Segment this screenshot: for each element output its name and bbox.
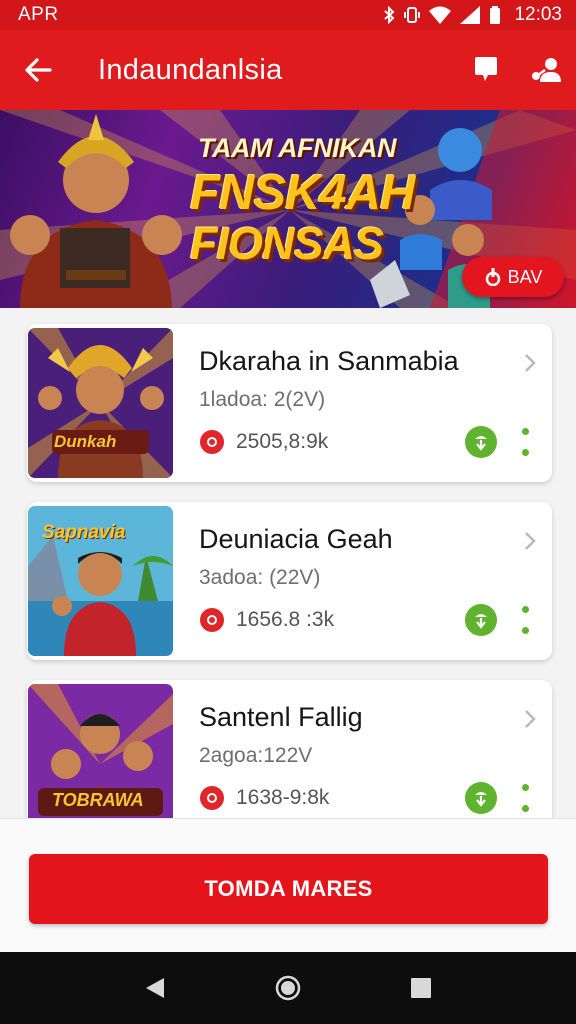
chat-button[interactable] — [456, 30, 516, 110]
banner-headline-line2: FIONSAS — [190, 218, 384, 269]
game-title-3: Santenl Fallig — [199, 702, 363, 732]
game-badge-icon-2 — [200, 608, 224, 632]
bluetooth-icon — [384, 6, 395, 24]
square-recents-icon — [411, 978, 432, 998]
game-install-button-3[interactable] — [465, 782, 497, 814]
promo-banner[interactable]: TAAM AFNIKAN FNSK4AH FIONSAS BAV — [0, 110, 576, 308]
android-install-icon — [475, 436, 487, 451]
game-thumbnail-1-caption: Dunkah — [54, 432, 117, 451]
more-vert-icon[interactable] — [519, 784, 531, 812]
banner-kicker: TAAM AFNIKAN — [198, 133, 396, 163]
android-install-icon — [475, 614, 487, 629]
chevron-right-icon — [525, 354, 536, 372]
back-button[interactable] — [0, 30, 76, 110]
carrier-label: APR — [18, 4, 59, 25]
cta-button[interactable]: TOMDA MARES — [29, 854, 548, 924]
banner-headline-line1: FNSK4AH — [190, 166, 415, 220]
triangle-back-icon — [145, 978, 164, 998]
game-thumbnail-2-caption: Sapnavia — [42, 522, 126, 543]
arrow-left-icon — [25, 58, 52, 82]
android-install-icon — [475, 792, 487, 807]
battery-icon — [490, 6, 501, 24]
status-bar: APR 12:03 — [0, 0, 576, 30]
game-thumbnail-1: Dunkah — [28, 328, 173, 478]
system-nav-bar — [0, 952, 576, 1024]
status-icons: 12:03 — [383, 4, 562, 26]
wifi-icon — [429, 6, 452, 24]
app-bar: Indaundanlsia — [0, 30, 576, 110]
nav-home-button[interactable] — [258, 958, 318, 1018]
clock: 12:03 — [514, 4, 562, 25]
game-title-1: Dkaraha in Sanmabia — [199, 346, 459, 376]
share-button[interactable] — [516, 30, 576, 110]
page-title: Indaundanlsia — [98, 53, 283, 86]
share-people-icon — [532, 58, 561, 82]
game-install-button-2[interactable] — [465, 604, 497, 636]
game-stat-1: 2505,8:9k — [236, 430, 329, 453]
game-stat-2: 1656.8 :3k — [236, 608, 335, 631]
game-subtitle-2: 3adoa: (22V) — [199, 566, 321, 589]
game-card-2[interactable]: Sapnavia Deuniacia Geah 3adoa: (22V) 165… — [27, 502, 552, 660]
game-stat-3: 1638-9:8k — [236, 786, 330, 809]
game-thumbnail-3: TOBRAWA — [28, 684, 173, 834]
chevron-right-icon — [525, 710, 536, 728]
circle-home-icon — [275, 975, 301, 1001]
signal-icon — [460, 6, 481, 24]
vibrate-icon — [404, 7, 421, 23]
game-badge-icon-1 — [200, 430, 224, 454]
game-title-2: Deuniacia Geah — [199, 524, 393, 554]
chat-bubble-icon — [475, 57, 497, 81]
nav-recents-button[interactable] — [391, 958, 451, 1018]
chevron-right-icon — [525, 532, 536, 550]
download-icon — [485, 268, 500, 286]
app-screen: APR 12:03 Indaundanlsia TAAM AFNIKAN FNS… — [0, 0, 576, 1024]
hero-warrior-figure — [10, 114, 182, 308]
game-subtitle-1: 1ladoa: 2(2V) — [199, 388, 326, 411]
more-vert-icon[interactable] — [519, 606, 531, 634]
game-subtitle-3: 2agoa:122V — [199, 744, 313, 767]
game-thumbnail-2: Sapnavia — [28, 506, 173, 656]
nav-back-button[interactable] — [125, 958, 185, 1018]
banner-action-button[interactable]: BAV — [462, 257, 564, 297]
banner-button-label: BAV — [507, 266, 543, 287]
game-install-button-1[interactable] — [465, 426, 497, 458]
game-card-3[interactable]: TOBRAWA Santenl Fallig 2agoa:122V 1638-9… — [27, 680, 552, 838]
more-vert-icon[interactable] — [519, 428, 531, 456]
game-badge-icon-3 — [200, 786, 224, 810]
game-card-1[interactable]: Dunkah Dkaraha in Sanmabia 1ladoa: 2(2V)… — [27, 324, 552, 482]
game-thumbnail-3-caption: TOBRAWA — [52, 790, 144, 810]
